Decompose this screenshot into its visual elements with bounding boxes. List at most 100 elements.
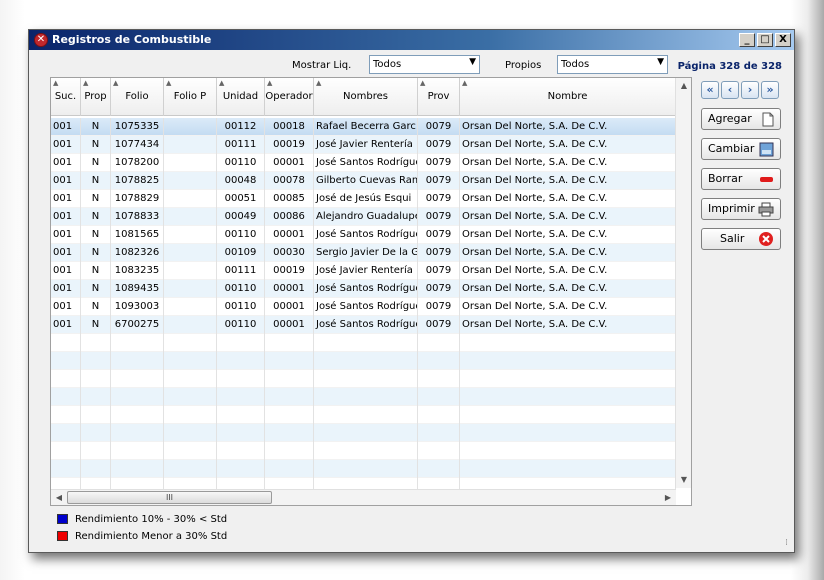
cell-prop: N	[81, 172, 111, 190]
cell-operador: 00086	[265, 208, 314, 226]
column-header-prop[interactable]: ▲ Prop	[81, 78, 111, 116]
cell-folio-p	[164, 460, 217, 478]
cell-nombres	[314, 424, 418, 442]
cell-folio: 1089435	[111, 280, 164, 298]
horizontal-scrollbar[interactable]: ◀ III ▶	[51, 489, 676, 505]
agregar-button[interactable]: Agregar	[701, 108, 781, 130]
table-row[interactable]: 001 N 6700275 00110 00001 José Santos Rodrígu…	[51, 316, 676, 334]
scroll-right-icon[interactable]: ▶	[661, 491, 675, 505]
legend-swatch-red	[57, 531, 68, 541]
cell-nombre: Orsan Del Norte, S.A. De C.V.	[460, 226, 676, 244]
table-row[interactable]: 001 N 1077434 00111 00019 José Javier Renterí…	[51, 136, 676, 154]
cell-suc: 001	[51, 280, 81, 298]
cell-nombres: José Santos Rodrígue	[314, 298, 418, 316]
table-row[interactable]: 001 N 1078829 00051 00085 José de Jesús Esqui…	[51, 190, 676, 208]
cell-unidad: 00109	[217, 244, 265, 262]
table-row[interactable]: 001 N 1089435 00110 00001 José Santos Rodrígu…	[51, 280, 676, 298]
cell-nombre: Orsan Del Norte, S.A. De C.V.	[460, 172, 676, 190]
salir-button[interactable]: Salir	[701, 228, 781, 250]
table-row[interactable]: 001 N 1081565 00110 00001 José Santos Rodrígu…	[51, 226, 676, 244]
sort-icon: ▲	[462, 79, 468, 87]
pagination-nav: « ‹ › »	[701, 81, 779, 99]
empty-row[interactable]	[51, 442, 676, 460]
next-page-button[interactable]: ›	[741, 81, 759, 99]
cell-folio-p	[164, 352, 217, 370]
records-grid[interactable]: ▲ Suc. ▲ Prop ▲ Folio ▲ Folio P ▲ Unidad ▲ Ope…	[50, 77, 692, 506]
cell-unidad	[217, 388, 265, 406]
table-row[interactable]: 001 N 1093003 00110 00001 José Santos Rodrígu…	[51, 298, 676, 316]
prev-page-button[interactable]: ‹	[721, 81, 739, 99]
cell-operador: 00001	[265, 280, 314, 298]
column-header-suc[interactable]: ▲ Suc.	[51, 78, 81, 116]
table-row[interactable]: 001 N 1078825 00048 00078 Gilberto Cuevas Ram…	[51, 172, 676, 190]
minimize-button[interactable]: _	[739, 33, 755, 47]
cell-prov	[418, 460, 460, 478]
resize-grip-icon[interactable]: ⁞	[785, 538, 788, 548]
table-row[interactable]: 001 N 1083235 00111 00019 José Javier Renterí…	[51, 262, 676, 280]
column-header-operador[interactable]: ▲ Operador	[265, 78, 314, 116]
table-row[interactable]: 001 N 1082326 00109 00030 Sergio Javier De la…	[51, 244, 676, 262]
cell-suc	[51, 352, 81, 370]
cambiar-button[interactable]: Cambiar	[701, 138, 781, 160]
agregar-label: Agregar	[708, 112, 752, 125]
empty-row[interactable]	[51, 352, 676, 370]
scroll-left-icon[interactable]: ◀	[52, 491, 66, 505]
cell-unidad: 00110	[217, 154, 265, 172]
table-row[interactable]: 001 N 1075335 00112 00018 Rafael Becerra Garc…	[51, 118, 676, 136]
cell-operador: 00001	[265, 226, 314, 244]
imprimir-label: Imprimir	[708, 202, 755, 215]
empty-row[interactable]	[51, 334, 676, 352]
cell-prov: 0079	[418, 190, 460, 208]
cell-folio: 1081565	[111, 226, 164, 244]
column-header-nombres[interactable]: ▲ Nombres	[314, 78, 418, 116]
title-bar[interactable]: ✕ Registros de Combustible _ □ X	[29, 30, 794, 50]
cell-operador	[265, 370, 314, 388]
scroll-up-icon[interactable]: ▲	[677, 79, 691, 93]
sort-icon: ▲	[83, 79, 89, 87]
propios-dropdown[interactable]: Todos ▼	[557, 55, 668, 74]
propios-value: Todos	[561, 59, 590, 70]
empty-row[interactable]	[51, 388, 676, 406]
cell-unidad	[217, 442, 265, 460]
empty-row[interactable]	[51, 460, 676, 478]
horizontal-scroll-thumb[interactable]: III	[67, 491, 272, 504]
cell-nombre: Orsan Del Norte, S.A. De C.V.	[460, 154, 676, 172]
cambiar-label: Cambiar	[708, 142, 755, 155]
maximize-button[interactable]: □	[757, 33, 773, 47]
sort-icon: ▲	[166, 79, 172, 87]
table-row[interactable]: 001 N 1078200 00110 00001 José Santos Rodrígu…	[51, 154, 676, 172]
vertical-scrollbar[interactable]: ▲ ▼	[675, 78, 691, 488]
cell-folio-p	[164, 442, 217, 460]
cell-suc	[51, 388, 81, 406]
empty-row[interactable]	[51, 370, 676, 388]
app-icon: ✕	[34, 33, 48, 47]
first-page-button[interactable]: «	[701, 81, 719, 99]
scroll-down-icon[interactable]: ▼	[677, 473, 691, 487]
empty-row[interactable]	[51, 406, 676, 424]
mostrar-liq-dropdown[interactable]: Todos ▼	[369, 55, 480, 74]
borrar-button[interactable]: Borrar	[701, 168, 781, 190]
cell-folio: 1078833	[111, 208, 164, 226]
column-header-folio-p[interactable]: ▲ Folio P	[164, 78, 217, 116]
cell-prop: N	[81, 190, 111, 208]
cell-suc	[51, 370, 81, 388]
cell-nombre	[460, 424, 676, 442]
column-header-prov[interactable]: ▲ Prov	[418, 78, 460, 116]
imprimir-button[interactable]: Imprimir	[701, 198, 781, 220]
cell-nombres	[314, 334, 418, 352]
close-button[interactable]: X	[775, 33, 791, 47]
table-row[interactable]: 001 N 1078833 00049 00086 Alejandro Guadalupe…	[51, 208, 676, 226]
column-header-nombre[interactable]: ▲ Nombre	[460, 78, 676, 116]
cell-nombres: José Santos Rodrígue	[314, 316, 418, 334]
cell-prov	[418, 352, 460, 370]
column-header-unidad[interactable]: ▲ Unidad	[217, 78, 265, 116]
column-header-folio[interactable]: ▲ Folio	[111, 78, 164, 116]
cell-operador: 00001	[265, 316, 314, 334]
cell-nombres: Sergio Javier De la G	[314, 244, 418, 262]
cell-unidad	[217, 460, 265, 478]
chevron-down-icon: ▼	[469, 57, 476, 67]
cell-nombre	[460, 334, 676, 352]
empty-row[interactable]	[51, 424, 676, 442]
last-page-button[interactable]: »	[761, 81, 779, 99]
cell-folio	[111, 424, 164, 442]
